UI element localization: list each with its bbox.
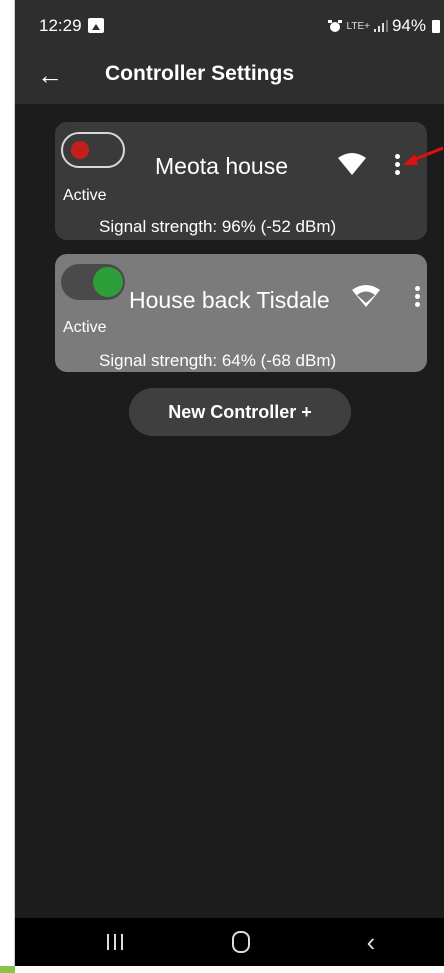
recents-icon bbox=[107, 934, 123, 950]
phone-screen: 12:29 LTE+ 94% ← Controller Settings Meo… bbox=[15, 0, 444, 966]
status-bar: 12:29 LTE+ 94% bbox=[15, 0, 444, 52]
battery-level: 94% bbox=[391, 16, 426, 35]
toggle-knob bbox=[71, 141, 89, 159]
controller-name: House back Tisdale bbox=[129, 287, 330, 313]
wifi-full-icon bbox=[338, 153, 366, 175]
controller-status: Active bbox=[63, 319, 107, 336]
gallery-notification-icon bbox=[88, 18, 104, 33]
toggle-knob bbox=[93, 267, 123, 297]
signal-strength: Signal strength: 64% (-68 dBm) bbox=[99, 351, 337, 370]
more-options-icon[interactable] bbox=[413, 286, 421, 310]
battery-icon bbox=[432, 19, 440, 33]
alarm-icon bbox=[327, 20, 342, 32]
home-icon bbox=[232, 931, 250, 953]
controller-status: Active bbox=[63, 187, 107, 204]
app-bar: ← Controller Settings bbox=[15, 52, 444, 104]
system-nav-bar: ‹ bbox=[15, 918, 444, 966]
status-time: 12:29 bbox=[39, 16, 82, 35]
controller-name: Meota house bbox=[155, 153, 288, 179]
bottom-accent-strip bbox=[0, 966, 15, 973]
recents-button[interactable] bbox=[85, 918, 145, 966]
controller-card-house-back-tisdale[interactable]: House back Tisdale Active Signal strengt… bbox=[55, 254, 427, 372]
cell-signal-icon bbox=[373, 20, 388, 32]
bottom-margin bbox=[0, 966, 444, 973]
signal-strength: Signal strength: 96% (-52 dBm) bbox=[99, 217, 337, 236]
controller-toggle[interactable] bbox=[61, 132, 125, 168]
controller-card-meota-house[interactable]: Meota house Active Signal strength: 96% … bbox=[55, 122, 427, 240]
page-title: Controller Settings bbox=[105, 62, 295, 85]
system-back-button[interactable]: ‹ bbox=[341, 918, 401, 966]
back-arrow-icon[interactable]: ← bbox=[37, 60, 63, 90]
controller-toggle[interactable] bbox=[61, 264, 125, 300]
red-annotation-arrow bbox=[403, 146, 444, 165]
left-margin bbox=[0, 0, 15, 973]
new-controller-button[interactable]: New Controller + bbox=[129, 388, 351, 436]
chevron-left-icon: ‹ bbox=[366, 926, 376, 957]
wifi-partial-icon bbox=[352, 285, 380, 307]
network-type: LTE+ bbox=[346, 20, 370, 32]
status-indicators: LTE+ 94% bbox=[327, 16, 440, 36]
home-button[interactable] bbox=[211, 918, 271, 966]
